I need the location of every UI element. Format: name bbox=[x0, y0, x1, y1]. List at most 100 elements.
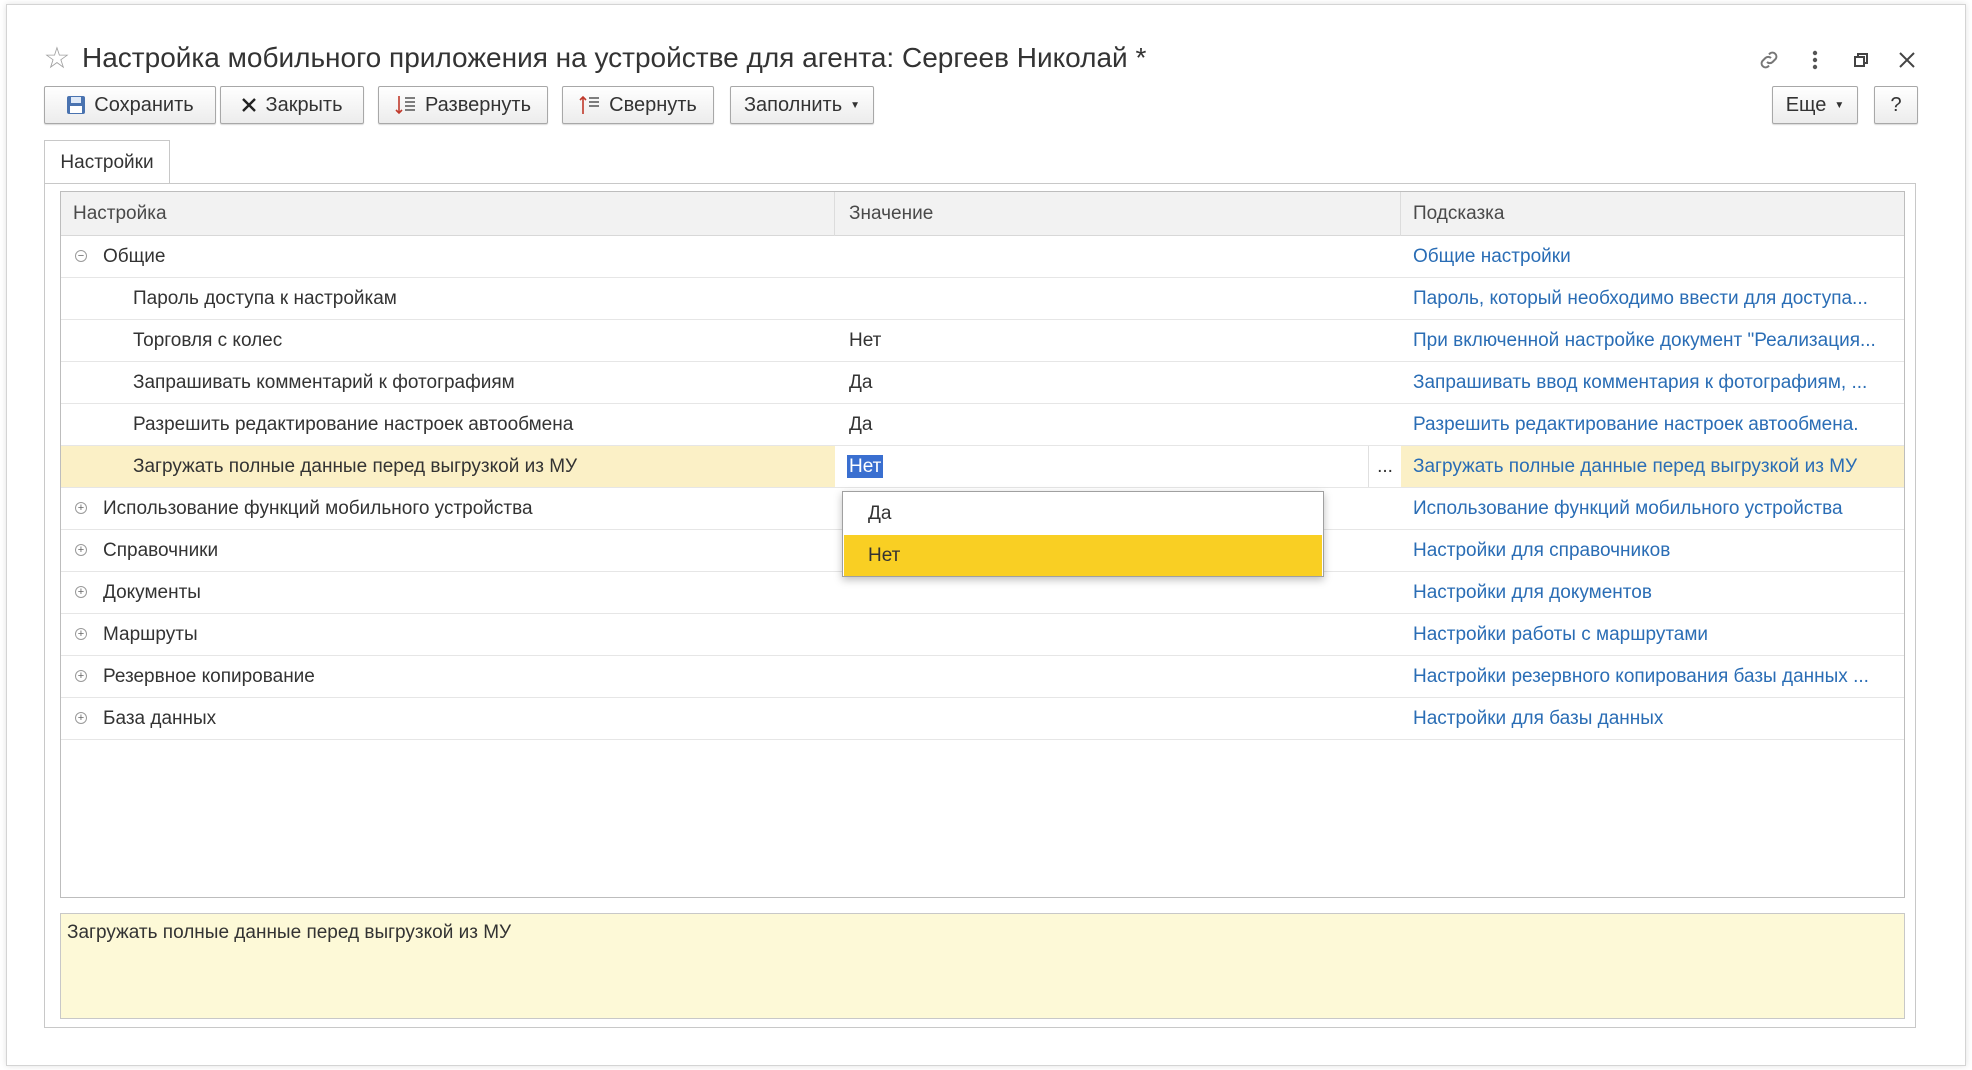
setting-name: Запрашивать комментарий к фотографиям bbox=[133, 372, 515, 393]
dropdown-arrow-icon: ▼ bbox=[850, 99, 861, 111]
setting-hint-link[interactable]: Общие настройки bbox=[1401, 236, 1896, 277]
save-button-label: Сохранить bbox=[94, 93, 194, 116]
title-bar: ☆ Настройка мобильного приложения на уст… bbox=[42, 38, 1147, 78]
setting-name-cell: + База данных bbox=[61, 698, 835, 739]
command-bar: Сохранить Закрыть Развернуть Свернуть За… bbox=[38, 86, 1918, 128]
setting-value-cell[interactable] bbox=[835, 614, 1401, 655]
setting-name: Резервное копирование bbox=[103, 666, 315, 687]
table-group-row[interactable]: + Маршруты Настройки работы с маршрутами bbox=[61, 614, 1904, 656]
setting-value-cell[interactable] bbox=[835, 236, 1401, 277]
setting-name-cell: − Общие bbox=[61, 236, 835, 277]
setting-name: Документы bbox=[103, 582, 201, 603]
dropdown-arrow-icon: ▼ bbox=[1834, 99, 1845, 111]
setting-hint-link[interactable]: Настройки для справочников bbox=[1401, 530, 1896, 571]
setting-name: Общие bbox=[103, 246, 166, 267]
link-icon[interactable] bbox=[1746, 40, 1792, 80]
setting-name: Использование функций мобильного устройс… bbox=[103, 498, 533, 519]
setting-name: Торговля с колес bbox=[133, 330, 283, 351]
setting-name: Пароль доступа к настройкам bbox=[133, 288, 397, 309]
setting-hint-link[interactable]: Настройки резервного копирования базы да… bbox=[1401, 656, 1896, 697]
setting-name-cell: Загружать полные данные перед выгрузкой … bbox=[61, 446, 835, 487]
choice-button[interactable]: ... bbox=[1369, 446, 1401, 487]
collapse-button[interactable]: Свернуть bbox=[562, 86, 714, 124]
expand-toggle-icon[interactable]: + bbox=[75, 712, 87, 724]
table-row[interactable]: Загружать полные данные перед выгрузкой … bbox=[61, 446, 1904, 488]
setting-value-cell[interactable] bbox=[835, 572, 1401, 613]
table-row[interactable]: Запрашивать комментарий к фотографиям Да З… bbox=[61, 362, 1904, 404]
help-button-label: ? bbox=[1890, 93, 1902, 116]
dropdown-option-no[interactable]: Нет bbox=[844, 535, 1322, 576]
setting-hint-link[interactable]: Настройки работы с маршрутами bbox=[1401, 614, 1896, 655]
hint-text: Загружать полные данные перед выгрузкой … bbox=[67, 922, 512, 943]
table-group-row[interactable]: + База данных Настройки для базы данных bbox=[61, 698, 1904, 740]
setting-name: Маршруты bbox=[103, 624, 198, 645]
setting-value-cell[interactable] bbox=[835, 656, 1401, 697]
column-header-value[interactable]: Значение bbox=[835, 192, 1401, 236]
setting-name-cell: + Справочники bbox=[61, 530, 835, 571]
setting-hint-link[interactable]: Настройки для базы данных bbox=[1401, 698, 1896, 739]
expand-button-label: Развернуть bbox=[424, 93, 531, 116]
selected-value-text: Нет bbox=[847, 455, 884, 478]
tab-settings-label: Настройки bbox=[60, 151, 154, 173]
collapse-button-label: Свернуть bbox=[609, 93, 697, 116]
expand-toggle-icon[interactable]: + bbox=[75, 670, 87, 682]
more-button-label: Еще bbox=[1785, 93, 1827, 116]
setting-hint-link[interactable]: Настройки для документов bbox=[1401, 572, 1896, 613]
expand-toggle-icon[interactable]: + bbox=[75, 544, 87, 556]
setting-name-cell: + Маршруты bbox=[61, 614, 835, 655]
close-button-label: Закрыть bbox=[265, 93, 343, 116]
table-group-row[interactable]: − Общие Общие настройки bbox=[61, 236, 1904, 278]
setting-hint-link[interactable]: Запрашивать ввод комментария к фотографи… bbox=[1401, 362, 1896, 403]
expand-toggle-icon[interactable]: + bbox=[75, 502, 87, 514]
table-row[interactable]: Разрешить редактирование настроек автооб… bbox=[61, 404, 1904, 446]
setting-hint-link[interactable]: Разрешить редактирование настроек автооб… bbox=[1401, 404, 1896, 445]
setting-name: Разрешить редактирование настроек автооб… bbox=[133, 414, 574, 435]
restore-icon[interactable] bbox=[1838, 40, 1884, 80]
favorite-star-icon[interactable]: ☆ bbox=[42, 41, 72, 76]
setting-name-cell: Запрашивать комментарий к фотографиям bbox=[61, 362, 835, 403]
setting-value-cell[interactable] bbox=[835, 698, 1401, 739]
hint-panel: Загружать полные данные перед выгрузкой … bbox=[60, 913, 1905, 1019]
save-button[interactable]: Сохранить bbox=[44, 86, 216, 124]
setting-value-cell[interactable]: Да bbox=[835, 404, 1401, 445]
more-actions-button[interactable]: Еще ▼ bbox=[1772, 86, 1858, 124]
setting-name-cell: Торговля с колес bbox=[61, 320, 835, 361]
setting-name: Справочники bbox=[103, 540, 219, 561]
setting-value-cell[interactable]: Да bbox=[835, 362, 1401, 403]
setting-value-cell[interactable]: Нет bbox=[835, 320, 1401, 361]
setting-hint-link[interactable]: Пароль, который необходимо ввести для до… bbox=[1401, 278, 1896, 319]
table-row[interactable]: Торговля с колес Нет При включенной настро… bbox=[61, 320, 1904, 362]
setting-name-cell: + Документы bbox=[61, 572, 835, 613]
expand-toggle-icon[interactable]: + bbox=[75, 628, 87, 640]
close-icon[interactable] bbox=[1884, 40, 1930, 80]
expand-button[interactable]: Развернуть bbox=[378, 86, 548, 124]
window-controls bbox=[1746, 40, 1930, 80]
collapse-tree-icon bbox=[579, 94, 601, 116]
setting-hint-link[interactable]: Загружать полные данные перед выгрузкой … bbox=[1401, 446, 1896, 487]
tab-settings[interactable]: Настройки bbox=[44, 140, 170, 184]
table-group-row[interactable]: + Резервное копирование Настройки резервно… bbox=[61, 656, 1904, 698]
setting-hint-link[interactable]: Использование функций мобильного устройс… bbox=[1401, 488, 1896, 529]
setting-name-cell: Пароль доступа к настройкам bbox=[61, 278, 835, 319]
setting-name-cell: + Использование функций мобильного устрой… bbox=[61, 488, 835, 529]
help-button[interactable]: ? bbox=[1874, 86, 1918, 124]
fill-button-label: Заполнить bbox=[743, 93, 843, 116]
setting-name-cell: Разрешить редактирование настроек автооб… bbox=[61, 404, 835, 445]
table-row[interactable]: Пароль доступа к настройкам Пароль, котор… bbox=[61, 278, 1904, 320]
setting-name: База данных bbox=[103, 708, 217, 729]
value-dropdown: Да Нет bbox=[842, 491, 1324, 577]
expand-toggle-icon[interactable]: + bbox=[75, 586, 87, 598]
table-group-row[interactable]: + Документы Настройки для документов bbox=[61, 572, 1904, 614]
collapse-toggle-icon[interactable]: − bbox=[75, 250, 87, 262]
setting-value-cell[interactable] bbox=[835, 278, 1401, 319]
floppy-disk-icon bbox=[66, 95, 86, 115]
close-form-button[interactable]: Закрыть bbox=[220, 86, 364, 124]
dropdown-option-yes[interactable]: Да bbox=[844, 493, 1322, 534]
more-icon[interactable] bbox=[1792, 40, 1838, 80]
fill-dropdown-button[interactable]: Заполнить ▼ bbox=[730, 86, 874, 124]
column-header-setting[interactable]: Настройка bbox=[61, 192, 835, 236]
setting-hint-link[interactable]: При включенной настройке документ "Реали… bbox=[1401, 320, 1896, 361]
expand-tree-icon bbox=[395, 94, 417, 116]
value-edit-field[interactable]: Нет bbox=[835, 446, 1369, 487]
column-header-hint[interactable]: Подсказка bbox=[1401, 192, 1904, 236]
